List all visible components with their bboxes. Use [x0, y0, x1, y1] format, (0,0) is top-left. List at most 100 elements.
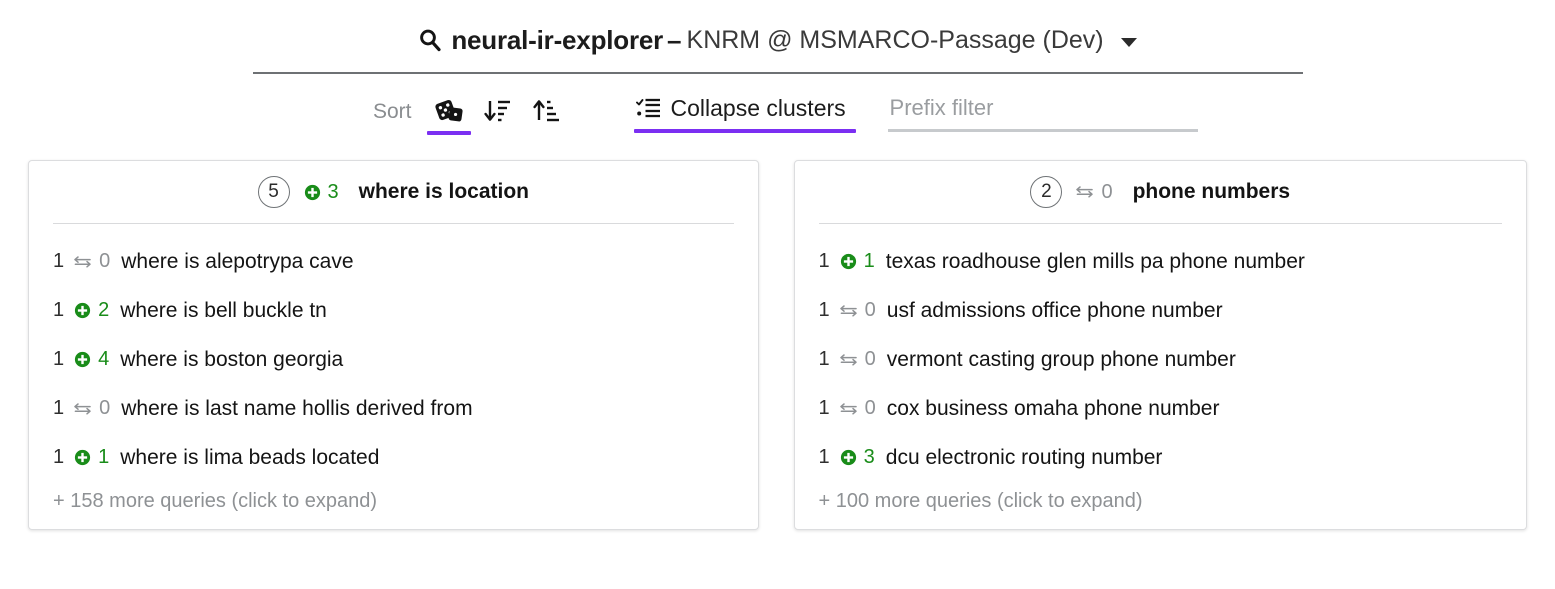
query-badge-value: 0 [864, 348, 876, 370]
sort-descending-button[interactable] [478, 93, 518, 135]
query-badge: 4 [74, 348, 109, 371]
cluster-card-1: 2 0 phone numbers 1 1 texas roadhouse gl… [793, 160, 1527, 530]
model-selector-label[interactable]: KNRM @ MSMARCO-Passage (Dev) [687, 26, 1104, 55]
plus-circle-icon [304, 184, 321, 201]
query-badge: 0 [74, 250, 110, 273]
query-rank: 1 [818, 250, 830, 272]
query-badge: 0 [839, 348, 876, 371]
prefix-filter [887, 93, 1198, 132]
query-badge: 1 [840, 250, 875, 273]
query-row[interactable]: 1 4 where is boston georgia [53, 335, 734, 384]
query-rank: 1 [53, 446, 65, 468]
query-text: dcu electronic routing number [885, 445, 1163, 469]
query-rank: 1 [818, 348, 830, 370]
plus-circle-icon [840, 449, 857, 466]
query-badge-value: 1 [98, 446, 110, 468]
query-row[interactable]: 1 3 dcu electronic routing number [819, 433, 1502, 482]
app-root: neural-ir-explorer – KNRM @ MSMARCO-Pass… [0, 0, 1555, 589]
plus-circle-icon [74, 351, 91, 368]
query-rank: 1 [818, 446, 830, 468]
app-title: neural-ir-explorer [451, 24, 664, 55]
cluster-score-value: 3 [327, 180, 339, 203]
cluster-score-value: 0 [1101, 180, 1113, 203]
query-row[interactable]: 1 1 where is lima beads located [53, 433, 734, 482]
exchange-icon [1076, 185, 1094, 199]
query-row[interactable]: 1 0 vermont casting group phone number [819, 335, 1502, 384]
checklist-icon [635, 97, 661, 119]
query-badge: 3 [840, 446, 875, 469]
query-text: texas roadhouse glen mills pa phone numb… [885, 249, 1305, 273]
query-badge-value: 4 [98, 348, 110, 370]
query-text: where is last name hollis derived from [121, 396, 473, 420]
query-badge: 0 [839, 299, 876, 322]
query-badge: 0 [74, 397, 110, 420]
sort-random-active-indicator [426, 131, 471, 135]
query-row[interactable]: 1 2 where is bell buckle tn [53, 286, 734, 335]
expand-more-queries-link[interactable]: + 158 more queries (click to expand) [53, 482, 734, 513]
query-badge-value: 2 [98, 299, 110, 321]
cluster-query-list-0: 1 0 where is alepotrypa cave 1 2 where i… [29, 224, 758, 529]
prefix-filter-underline [887, 129, 1198, 132]
plus-circle-icon [74, 302, 91, 319]
sort-descending-active-indicator [476, 131, 520, 135]
dice-icon [434, 96, 464, 126]
collapse-clusters-inner: Collapse clusters [634, 93, 848, 123]
query-row[interactable]: 1 0 cox business omaha phone number [819, 384, 1502, 433]
prefix-filter-input[interactable] [887, 93, 1198, 123]
query-rank: 1 [53, 348, 65, 370]
chevron-down-icon[interactable] [1120, 37, 1137, 47]
collapse-clusters-button[interactable]: Collapse clusters [633, 93, 856, 133]
sort-ascending-active-indicator [525, 131, 569, 135]
plus-circle-icon [840, 253, 857, 270]
collapse-clusters-active-indicator [633, 129, 856, 133]
cluster-query-list-1: 1 1 texas roadhouse glen mills pa phone … [795, 224, 1526, 529]
query-text: where is boston georgia [120, 347, 344, 371]
cluster-score-badge: 0 [1076, 180, 1113, 204]
search-icon [418, 28, 442, 53]
query-text: where is alepotrypa cave [121, 249, 354, 273]
query-rank: 1 [53, 397, 65, 419]
query-badge-value: 0 [99, 250, 111, 272]
exchange-icon [839, 304, 858, 318]
sort-label: Sort [373, 100, 412, 123]
page-header: neural-ir-explorer – KNRM @ MSMARCO-Pass… [0, 0, 1555, 74]
title-row: neural-ir-explorer – KNRM @ MSMARCO-Pass… [0, 18, 1555, 62]
query-badge-value: 1 [863, 250, 875, 272]
query-row[interactable]: 1 1 texas roadhouse glen mills pa phone … [819, 237, 1502, 286]
query-text: where is bell buckle tn [120, 298, 327, 322]
query-badge-value: 0 [99, 397, 111, 419]
query-row[interactable]: 1 0 where is last name hollis derived fr… [53, 384, 734, 433]
sort-ascending-button[interactable] [527, 93, 567, 135]
exchange-icon [839, 402, 858, 416]
query-text: cox business omaha phone number [886, 396, 1220, 420]
exchange-icon [74, 255, 92, 269]
query-text: vermont casting group phone number [886, 347, 1236, 371]
expand-more-queries-link[interactable]: + 100 more queries (click to expand) [819, 482, 1502, 513]
cluster-count-badge: 5 [257, 176, 290, 208]
query-rank: 1 [53, 299, 65, 321]
plus-circle-icon [74, 449, 91, 466]
cluster-title: where is location [358, 180, 530, 203]
cluster-card-0: 5 3 where is location 1 0 where is alepo… [28, 160, 759, 530]
sort-random-button[interactable] [426, 93, 471, 135]
exchange-icon [839, 353, 858, 367]
sort-descending-icon [483, 96, 512, 126]
query-badge: 1 [74, 446, 109, 469]
query-text: usf admissions office phone number [886, 298, 1223, 322]
cluster-cards: 5 3 where is location 1 0 where is alepo… [0, 160, 1555, 530]
query-badge: 2 [74, 299, 109, 322]
query-row[interactable]: 1 0 where is alepotrypa cave [53, 237, 734, 286]
query-badge: 0 [839, 397, 876, 420]
cluster-count-badge: 2 [1030, 176, 1063, 208]
query-row[interactable]: 1 0 usf admissions office phone number [819, 286, 1502, 335]
sort-ascending-icon [532, 96, 561, 126]
toolbar: Sort Collapse clusters Prefix filter [0, 93, 1555, 147]
title-separator: – [667, 24, 682, 55]
cluster-header-0: 5 3 where is location [29, 161, 758, 223]
query-rank: 1 [818, 299, 830, 321]
exchange-icon [74, 402, 92, 416]
query-badge-value: 0 [864, 299, 876, 321]
query-rank: 1 [818, 397, 830, 419]
query-badge-value: 3 [863, 446, 875, 468]
query-text: where is lima beads located [120, 445, 380, 469]
